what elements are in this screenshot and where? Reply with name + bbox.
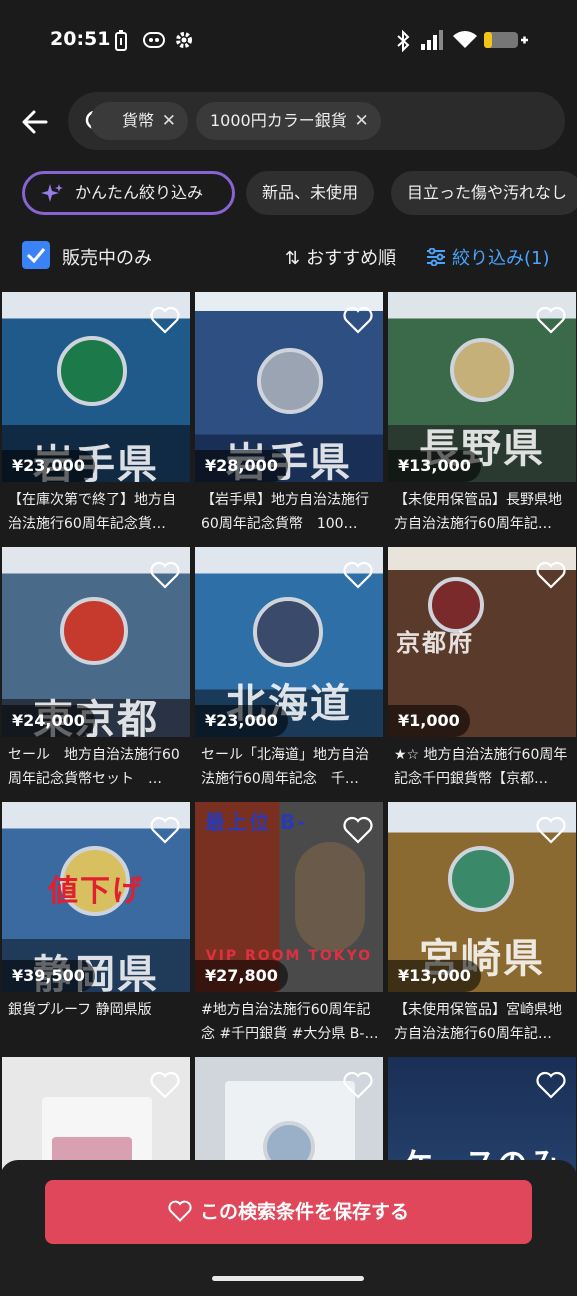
filter-chip-new[interactable]: 新品、未使用	[246, 171, 375, 215]
status-time: 20:51	[50, 28, 111, 50]
price-tag: ¥23,000	[2, 450, 95, 482]
price-tag: ¥1,000	[388, 705, 470, 737]
coin-image	[57, 336, 127, 406]
search-tag-partial-label: 貨幣	[122, 111, 155, 130]
product-title: ★☆ 地方自治法施行60周年記念千円銀貨幣【京都…	[394, 747, 568, 787]
heart-icon[interactable]	[343, 561, 373, 589]
bluetooth-icon	[397, 30, 410, 52]
person-photo	[295, 842, 365, 952]
home-indicator[interactable]	[212, 1276, 364, 1281]
price-tag: ¥23,000	[195, 705, 288, 737]
heart-icon[interactable]	[343, 306, 373, 334]
product-image[interactable]: 京都府 ¥1,000	[388, 547, 576, 737]
filter-chip-label: 新品、未使用	[262, 183, 359, 202]
price-tag: ¥24,000	[2, 705, 95, 737]
search-row: 貨幣 ✕ 1000円カラー銀貨 ✕	[0, 92, 577, 152]
filter-chip-condition[interactable]: 目立った傷や汚れなし	[391, 171, 577, 215]
check-icon	[26, 248, 46, 264]
assistant-icon	[143, 32, 165, 48]
save-search-panel: この検索条件を保存する	[0, 1160, 577, 1296]
coin-image	[448, 846, 514, 912]
product-image[interactable]: 長野県 ¥13,000	[388, 292, 576, 482]
product-image[interactable]: 宮崎県 ¥13,000	[388, 802, 576, 992]
product-title: #地方自治法施行60周年記念 #千円銀貨 #大分県 B-…	[201, 1002, 379, 1042]
filter-chip-row: かんたん絞り込み 新品、未使用 目立った傷や汚れなし	[0, 171, 577, 217]
price-tag: ¥28,000	[195, 450, 288, 482]
heart-icon[interactable]	[536, 561, 566, 589]
price-drop-banner: 値下げ	[48, 874, 144, 909]
heart-icon[interactable]	[150, 306, 180, 334]
options-row: 販売中のみ ⇅ おすすめ順 絞り込み(1)	[0, 238, 577, 278]
product-title: セール 地方自治法施行60周年記念貨幣セット …	[8, 747, 180, 787]
product-image[interactable]: 岩手県 ¥28,000	[195, 292, 383, 482]
product-title: セール「北海道」地方自治法施行60周年記念 千…	[201, 747, 369, 787]
back-arrow-icon[interactable]	[18, 105, 52, 139]
heart-icon[interactable]	[150, 1071, 180, 1099]
save-search-label: この検索条件を保存する	[199, 1201, 409, 1223]
heart-icon[interactable]	[150, 561, 180, 589]
remove-tag-icon[interactable]: ✕	[162, 102, 176, 140]
heart-icon	[168, 1200, 192, 1222]
product-image[interactable]: 最上位 B- VIP ROOM TOKYO ¥27,800	[195, 802, 383, 992]
price-tag: ¥27,800	[195, 960, 288, 992]
ai-filter-chip[interactable]: かんたん絞り込み	[22, 171, 235, 215]
price-tag: ¥39,500	[2, 960, 95, 992]
price-tag: ¥13,000	[388, 960, 481, 992]
search-tag-label: 1000円カラー銀貨	[210, 111, 347, 130]
heart-icon[interactable]	[536, 1071, 566, 1099]
heart-icon[interactable]	[536, 306, 566, 334]
heart-icon[interactable]	[343, 1071, 373, 1099]
sort-button[interactable]: ⇅ おすすめ順	[285, 244, 396, 270]
search-tag-partial[interactable]: 貨幣 ✕	[90, 102, 189, 140]
battery-saver-icon	[115, 30, 127, 51]
remove-tag-icon[interactable]: ✕	[354, 102, 368, 140]
product-title: 銀貨プルーフ 静岡県版	[8, 1002, 152, 1018]
product-image[interactable]: 値下げ 静岡県 ¥39,500	[2, 802, 190, 992]
coin-image	[257, 348, 323, 414]
filter-chip-label: 目立った傷や汚れなし	[407, 183, 568, 202]
filter-sliders-icon	[427, 247, 445, 267]
heart-icon[interactable]	[536, 816, 566, 844]
product-title: 【未使用保管品】宮崎県地方自治法施行60周年記…	[394, 1002, 562, 1042]
filter-button[interactable]: 絞り込み(1)	[426, 244, 550, 270]
sparkle-icon	[41, 184, 63, 202]
save-search-button[interactable]: この検索条件を保存する	[45, 1180, 532, 1244]
status-bar: 20:51	[0, 0, 577, 84]
ai-filter-label: かんたん絞り込み	[75, 183, 204, 202]
heart-icon[interactable]	[150, 816, 180, 844]
product-title: 【未使用保管品】長野県地方自治法施行60周年記…	[394, 492, 562, 532]
battery-icon	[484, 32, 528, 48]
product-image[interactable]: 東京都 ¥24,000	[2, 547, 190, 737]
filter-label: 絞り込み(1)	[452, 248, 550, 269]
coin-image	[253, 597, 323, 667]
prefecture-text: 京都府	[396, 629, 474, 657]
coin-image	[450, 338, 514, 402]
signal-icon	[421, 30, 443, 50]
product-image[interactable]: 岩手県 ¥23,000	[2, 292, 190, 482]
on-sale-checkbox[interactable]	[22, 241, 50, 269]
price-tag: ¥13,000	[388, 450, 481, 482]
product-image[interactable]: 北海道 ¥23,000	[195, 547, 383, 737]
product-title: 【在庫次第で終了】地方自治法施行60周年記念貨…	[8, 492, 176, 532]
sort-arrows-icon: ⇅	[285, 248, 301, 269]
wifi-icon	[453, 31, 477, 48]
product-title: 【岩手県】地方自治法施行60周年記念貨幣 100…	[201, 492, 369, 532]
search-box[interactable]: 貨幣 ✕ 1000円カラー銀貨 ✕	[68, 92, 565, 150]
search-tag[interactable]: 1000円カラー銀貨 ✕	[196, 102, 381, 140]
sort-label: おすすめ順	[306, 248, 397, 269]
coin-image	[60, 597, 128, 665]
heart-icon[interactable]	[343, 816, 373, 844]
on-sale-label[interactable]: 販売中のみ	[62, 244, 152, 270]
settings-icon	[176, 32, 192, 48]
